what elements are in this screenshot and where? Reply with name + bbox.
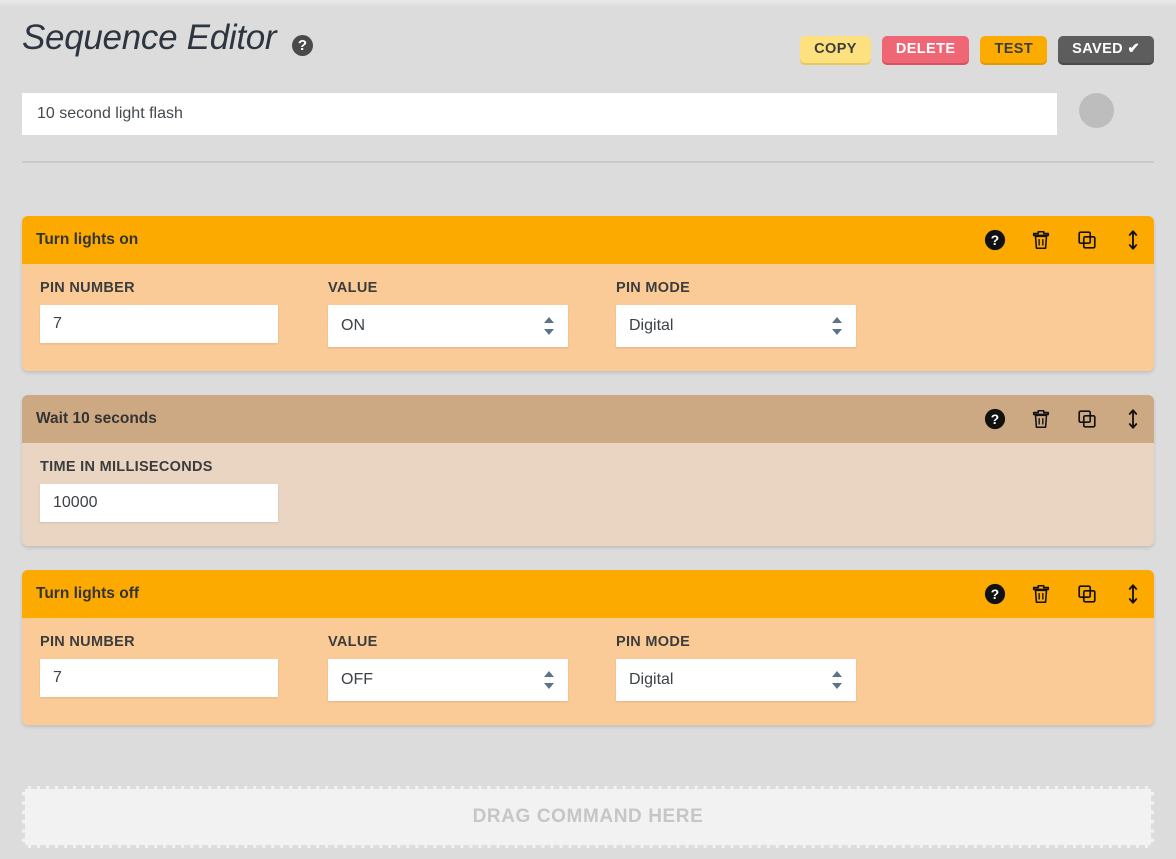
form-field: TIME IN MILLISECONDS <box>40 459 328 522</box>
sequence-name-row <box>22 93 1154 135</box>
copy-icon[interactable] <box>1076 583 1098 605</box>
trash-icon[interactable] <box>1030 229 1052 251</box>
form-field: VALUE ON <box>328 280 616 347</box>
field-select-value[interactable]: OFF <box>328 659 568 701</box>
trash-icon[interactable] <box>1030 408 1052 430</box>
command-block-header: Turn lights off? <box>22 570 1154 618</box>
header-actions: COPY DELETE TEST SAVED ✔ <box>800 36 1154 63</box>
command-block-body: PIN NUMBERVALUE OFF PIN MODE Digital <box>22 618 1154 725</box>
field-label: PIN NUMBER <box>40 280 328 296</box>
dropzone-label: DRAG COMMAND HERE <box>473 806 704 828</box>
field-label: PIN MODE <box>616 280 904 296</box>
help-circle-icon[interactable]: ? <box>984 229 1006 251</box>
field-select-value[interactable]: Digital <box>616 305 856 347</box>
drag-command-dropzone[interactable]: DRAG COMMAND HERE <box>22 786 1154 848</box>
command-block-title: Wait 10 seconds <box>36 410 157 428</box>
command-block-body: PIN NUMBERVALUE ON PIN MODE Digital <box>22 264 1154 371</box>
command-block-tools: ? <box>984 570 1144 618</box>
copy-icon[interactable] <box>1076 229 1098 251</box>
form-field: PIN MODE Digital <box>616 634 904 701</box>
window-top-strip <box>0 0 1176 7</box>
trash-icon[interactable] <box>1030 583 1052 605</box>
svg-text:?: ? <box>991 412 999 427</box>
page-header: Sequence Editor ? COPY DELETE TEST SAVED… <box>22 14 1154 70</box>
command-block-body: TIME IN MILLISECONDS <box>22 443 1154 546</box>
help-circle-icon[interactable]: ? <box>292 35 313 56</box>
sequence-name-input[interactable] <box>22 93 1057 135</box>
field-label: PIN NUMBER <box>40 634 328 650</box>
field-label: PIN MODE <box>616 634 904 650</box>
field-text-input[interactable] <box>40 484 278 522</box>
test-button[interactable]: TEST <box>980 36 1047 63</box>
form-field: PIN NUMBER <box>40 634 328 701</box>
field-label: VALUE <box>328 634 616 650</box>
page-title: Sequence Editor <box>22 12 276 64</box>
saved-button[interactable]: SAVED ✔ <box>1058 36 1154 63</box>
help-circle-icon[interactable]: ? <box>984 583 1006 605</box>
svg-text:?: ? <box>991 233 999 248</box>
field-select[interactable]: OFF <box>328 659 568 701</box>
command-block-header: Wait 10 seconds? <box>22 395 1154 443</box>
command-block-header: Turn lights on? <box>22 216 1154 264</box>
field-select[interactable]: ON <box>328 305 568 347</box>
copy-button[interactable]: COPY <box>800 36 871 63</box>
field-select[interactable]: Digital <box>616 305 856 347</box>
sequence-editor-page: Sequence Editor ? COPY DELETE TEST SAVED… <box>0 0 1176 859</box>
drag-vertical-icon[interactable] <box>1122 408 1144 430</box>
svg-text:?: ? <box>991 587 999 602</box>
help-circle-icon[interactable]: ? <box>984 408 1006 430</box>
field-text-input[interactable] <box>40 659 278 697</box>
field-select[interactable]: Digital <box>616 659 856 701</box>
command-block: Turn lights on? PIN NUMBERVALUE ON PIN MODE… <box>22 216 1154 371</box>
command-block: Turn lights off? PIN NUMBERVALUE OFF PIN MO… <box>22 570 1154 725</box>
field-select-value[interactable]: Digital <box>616 659 856 701</box>
delete-button[interactable]: DELETE <box>882 36 970 63</box>
command-block-title: Turn lights off <box>36 585 139 603</box>
form-field: VALUE OFF <box>328 634 616 701</box>
field-select-value[interactable]: ON <box>328 305 568 347</box>
header-divider <box>22 161 1154 163</box>
form-field: PIN NUMBER <box>40 280 328 347</box>
copy-icon[interactable] <box>1076 408 1098 430</box>
field-text-input[interactable] <box>40 305 278 343</box>
command-block-list: Turn lights on?PIN NUMBERVALUEONPIN MODE… <box>22 216 1154 749</box>
status-led-indicator[interactable] <box>1079 93 1114 128</box>
field-label: TIME IN MILLISECONDS <box>40 459 328 475</box>
command-block-tools: ? <box>984 216 1144 264</box>
command-block-title: Turn lights on <box>36 231 138 249</box>
drag-vertical-icon[interactable] <box>1122 583 1144 605</box>
command-block: Wait 10 seconds? TIME IN MILLISECONDS <box>22 395 1154 546</box>
form-field: PIN MODE Digital <box>616 280 904 347</box>
command-block-tools: ? <box>984 395 1144 443</box>
drag-vertical-icon[interactable] <box>1122 229 1144 251</box>
field-label: VALUE <box>328 280 616 296</box>
